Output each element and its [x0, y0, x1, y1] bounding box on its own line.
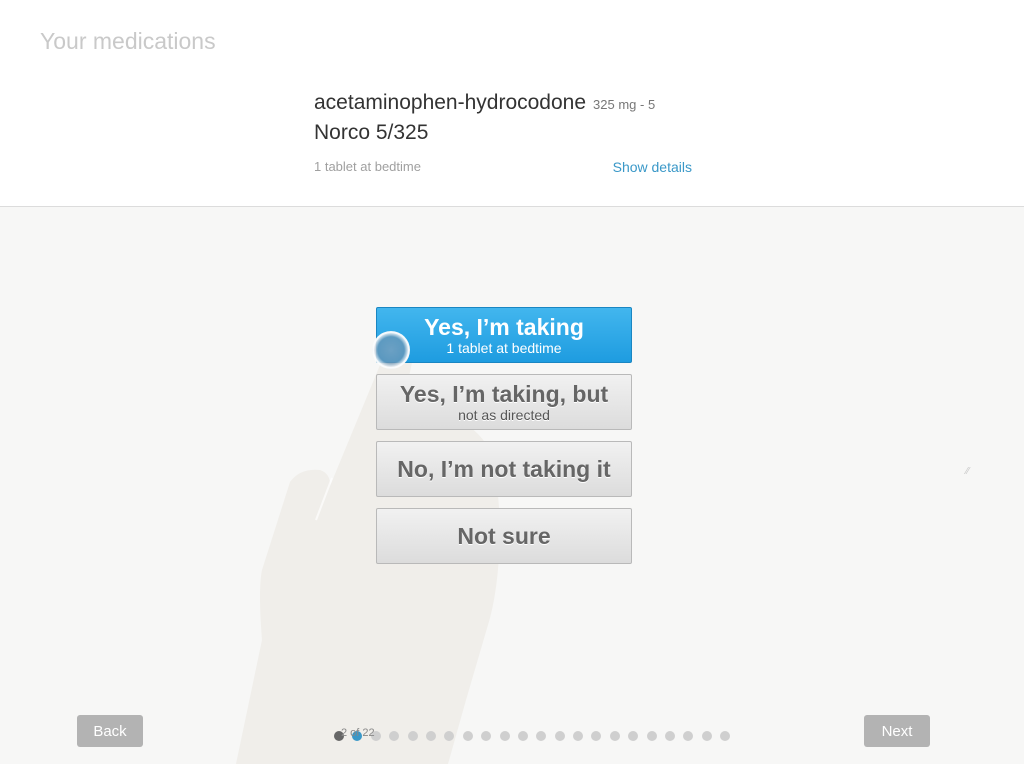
back-button[interactable]: Back	[77, 715, 143, 747]
page-dot[interactable]	[683, 731, 694, 741]
page-dot[interactable]	[591, 731, 602, 741]
option-not-sure-button[interactable]: Not sure	[376, 508, 632, 564]
option-sub-label: 1 tablet at bedtime	[446, 340, 562, 356]
medication-instruction-row: 1 tablet at bedtime Show details	[314, 159, 694, 177]
touch-indicator-icon	[372, 331, 410, 369]
page-dot[interactable]	[665, 731, 676, 741]
option-main-label: Yes, I’m taking	[424, 314, 584, 340]
page-dot[interactable]	[425, 731, 436, 741]
medication-brand: Norco 5/325	[314, 121, 429, 144]
page-dot[interactable]	[407, 731, 418, 741]
page-indicator-dots	[334, 731, 739, 741]
page-dot[interactable]	[462, 731, 473, 741]
medication-name-row: acetaminophen-hydrocodone 325 mg - 5	[314, 91, 694, 115]
page-count-label: 2 of 22	[341, 727, 375, 739]
page-dot[interactable]	[517, 731, 528, 741]
page-dot[interactable]	[573, 731, 584, 741]
page-title: Your medications	[40, 28, 216, 54]
page-dot[interactable]	[554, 731, 565, 741]
page-dot[interactable]	[720, 731, 731, 741]
page-dot[interactable]	[389, 731, 400, 741]
answer-options: Yes, I’m taking 1 tablet at bedtime Yes,…	[376, 307, 632, 575]
option-main-label: No, I’m not taking it	[397, 456, 611, 482]
medication-name: acetaminophen-hydrocodone	[314, 91, 587, 114]
page-dot[interactable]	[628, 731, 639, 741]
page-dot[interactable]	[609, 731, 620, 741]
page-dot[interactable]	[701, 731, 712, 741]
page-dot[interactable]	[499, 731, 510, 741]
option-yes-but-button[interactable]: Yes, I’m taking, but not as directed	[376, 374, 632, 430]
option-sub-label: not as directed	[458, 407, 550, 423]
option-main-label: Not sure	[457, 523, 551, 549]
medication-dose: 325 mg - 5	[593, 97, 656, 112]
header-panel: Your medications acetaminophen-hydrocodo…	[0, 0, 1024, 207]
option-yes-taking-button[interactable]: Yes, I’m taking 1 tablet at bedtime	[376, 307, 632, 363]
option-not-taking-button[interactable]: No, I’m not taking it	[376, 441, 632, 497]
page-dot[interactable]	[444, 731, 455, 741]
medication-card: acetaminophen-hydrocodone 325 mg - 5 Nor…	[314, 91, 694, 177]
page-dot[interactable]	[481, 731, 492, 741]
option-main-label: Yes, I’m taking, but	[399, 381, 609, 407]
show-details-link[interactable]: Show details	[613, 159, 692, 175]
resize-handle-icon: ⁄⁄	[966, 466, 970, 477]
medication-instructions: 1 tablet at bedtime	[314, 159, 421, 174]
next-button[interactable]: Next	[864, 715, 930, 747]
page-dot[interactable]	[646, 731, 657, 741]
page-dot[interactable]	[536, 731, 547, 741]
